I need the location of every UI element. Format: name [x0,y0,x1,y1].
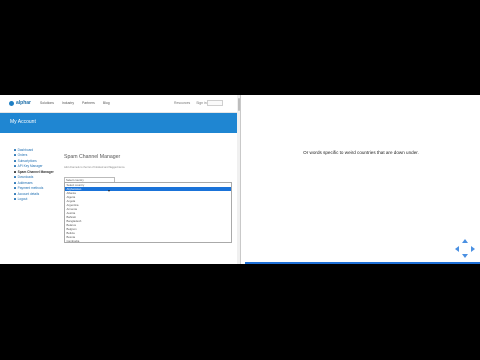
sidebar-item-label: Dashboard [17,147,34,152]
sidebar-item-label: Downloads [17,175,34,180]
nav-link-solutions[interactable]: Solutions [40,101,54,105]
bullet-icon [14,170,16,173]
nav-link-resources[interactable]: Resources [174,101,190,105]
sidebar-item-label: API Key Manager [17,164,43,169]
sidebar-item-label: Payment methods [17,186,44,191]
browser-pane: alphar Solutions Industry Partners Blog … [0,95,241,264]
bullet-icon [14,154,16,157]
bullet-icon [14,165,16,168]
sidebar-item-logout[interactable]: Logout [14,197,54,203]
search-input[interactable] [207,100,223,106]
nav-link-partners[interactable]: Partners [82,101,95,105]
slide-pane: Or words specific to weird countries tha… [242,95,480,264]
account-sidebar: Dashboard Orders Subscriptions API Key M… [14,147,54,202]
bullet-icon [14,148,16,151]
arrow-up-icon[interactable] [462,239,468,243]
section-description: Add channels to the list of blocked and … [64,166,126,169]
page-title: My Account [10,119,36,125]
arrow-right-icon[interactable] [471,246,475,252]
sidebar-item-spam-channel-manager[interactable]: Spam Channel Manager [14,169,54,175]
nav-link-blog[interactable]: Blog [103,101,110,105]
nav-link-sign-in[interactable]: Sign in [196,101,206,105]
country-dropdown-list[interactable]: Select country Afghanistan Albania Algeria A… [64,182,232,243]
bullet-icon [14,181,16,184]
top-navigation: alphar Solutions Industry Partners Blog … [0,95,240,113]
arrow-left-icon[interactable] [455,246,459,252]
account-banner: My Account [0,113,240,133]
sidebar-item-label: Orders [17,153,28,158]
slide-navigation [455,239,475,259]
mouse-cursor-icon [108,190,110,192]
bullet-icon [14,176,16,179]
bullet-icon [14,159,16,162]
logo-icon [9,100,14,106]
sidebar-item-label: Spam Channel Manager [17,169,54,174]
section-title: Spam Channel Manager [64,154,121,160]
arrow-down-icon[interactable] [462,254,468,258]
logo-text: alphar [16,100,32,106]
sidebar-item-label: Subscriptions [17,158,37,163]
nav-links: Solutions Industry Partners Blog [40,101,110,105]
sidebar-item-label: Account details [17,191,40,196]
nav-right: Resources Sign in [174,101,207,105]
bullet-icon [14,192,16,195]
bullet-icon [14,198,16,201]
slide-caption: Or words specific to weird countries tha… [303,150,419,155]
browser-scrollbar[interactable] [237,95,240,264]
sidebar-item-label: Logout [17,197,28,202]
sidebar-item-label: Addresses [17,180,33,185]
slide-progress-bar [245,262,480,264]
nav-link-industry[interactable]: Industry [62,101,74,105]
bullet-icon [14,187,16,190]
logo[interactable]: alphar [9,100,31,106]
video-frame: alphar Solutions Industry Partners Blog … [0,95,480,264]
scrollbar-thumb[interactable] [237,98,240,111]
